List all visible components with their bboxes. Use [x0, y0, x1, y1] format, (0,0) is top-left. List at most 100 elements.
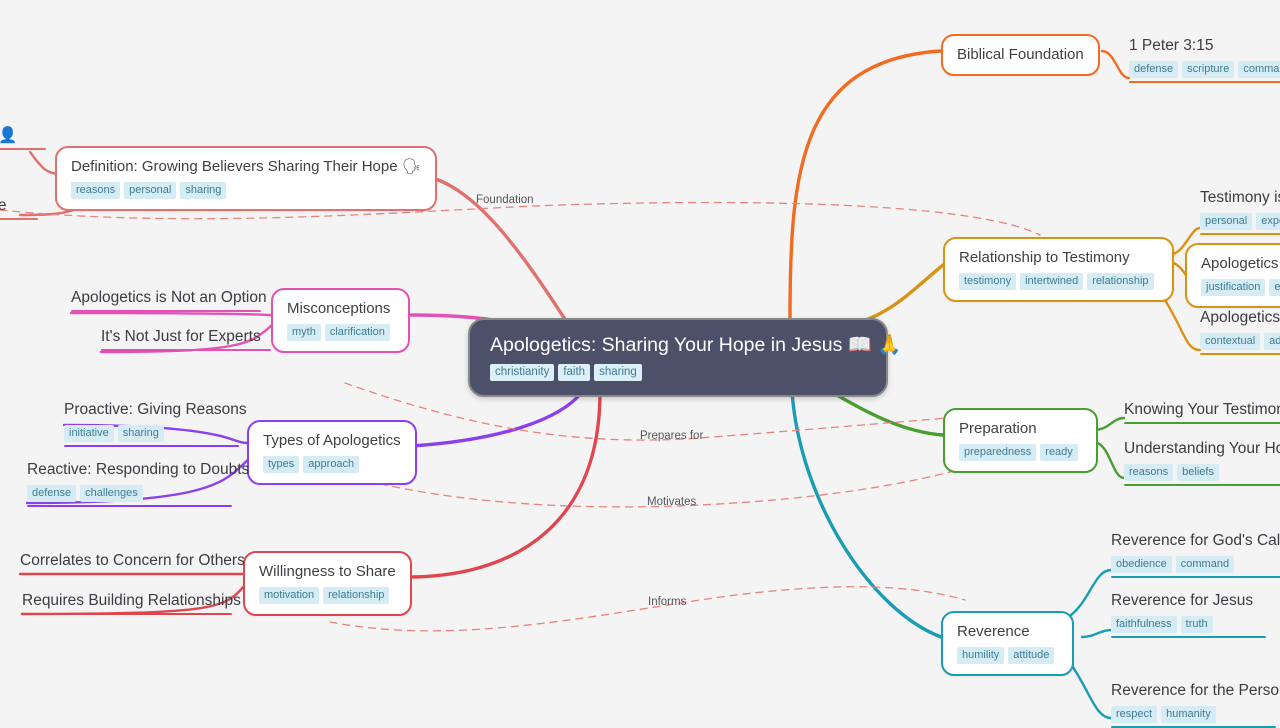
node-preparation-title: Preparation	[959, 420, 1037, 437]
node-biblical-foundation[interactable]: Biblical Foundation	[941, 34, 1100, 76]
node-1-peter-3-15[interactable]: 1 Peter 3:15 defensescripturecommand	[1129, 36, 1280, 84]
node-believe-truncated[interactable]: ieve	[0, 196, 38, 221]
node-definition-tags: reasons personal sharing	[71, 180, 421, 199]
tag: beliefs	[1177, 464, 1219, 481]
node-willingness-to-share-title: Willingness to Share	[259, 563, 396, 580]
node-willingness-to-share-tags: motivation relationship	[259, 585, 396, 604]
tag: reasons	[71, 182, 121, 199]
leaf-underline	[101, 349, 271, 352]
leaf-underline	[1124, 422, 1280, 425]
tag: attitude	[1008, 647, 1055, 664]
central-node[interactable]: Apologetics: Sharing Your Hope in Jesus …	[468, 318, 902, 397]
connector-rev_leaf3	[1066, 658, 1113, 720]
tag: preparedness	[959, 444, 1037, 461]
tag: intertwined	[1020, 273, 1084, 290]
node-proactive-giving-reasons[interactable]: Proactive: Giving Reasons initiative shari…	[64, 400, 247, 448]
node-requires-building-relationships-title: Requires Building Relationships	[22, 592, 241, 609]
leaf-underline	[1111, 576, 1280, 579]
node-testimony-is-truncated-tags: personalexper	[1200, 211, 1280, 230]
node-understanding-your-hope-tags: reasons beliefs	[1124, 462, 1280, 481]
tag: scripture	[1182, 61, 1235, 78]
tag: clarification	[324, 324, 390, 341]
leaf-underline	[64, 445, 239, 448]
node-1-peter-3-15-tags: defensescripturecommand	[1129, 59, 1280, 78]
leaf-underline	[71, 310, 261, 313]
node-person-truncated[interactable]: y 👤	[0, 126, 46, 151]
cross-link-label: Prepares for	[640, 430, 704, 442]
connector-misc_leaf1	[69, 311, 273, 317]
node-apologetics-p-truncated[interactable]: Apologetics P justificationex	[1185, 243, 1280, 308]
node-types-of-apologetics[interactable]: Types of Apologetics types approach	[247, 420, 417, 485]
node-reverence-for-jesus[interactable]: Reverence for Jesus faithfulness truth	[1111, 591, 1266, 639]
node-reactive-responding-to-doubts-title: Reactive: Responding to Doubts	[27, 461, 250, 478]
node-reactive-responding-to-doubts[interactable]: Reactive: Responding to Doubts defense cha…	[27, 460, 250, 508]
node-testimony-is-truncated[interactable]: Testimony is personalexper	[1200, 188, 1280, 236]
node-definition-title: Definition: Growing Believers Sharing Th…	[71, 158, 421, 175]
tag: defense	[1129, 61, 1179, 78]
node-testimony-is-truncated-title: Testimony is	[1200, 189, 1280, 206]
node-definition[interactable]: Definition: Growing Believers Sharing Th…	[55, 146, 437, 211]
node-relationship-to-testimony-tags: testimony intertwined relationship	[959, 271, 1158, 290]
node-correlates-to-concern-for-others-title: Correlates to Concern for Others	[20, 552, 245, 569]
node-reverence-for-the-person[interactable]: Reverence for the Person respect humanity	[1111, 681, 1280, 728]
node-willingness-to-share[interactable]: Willingness to Share motivation relationsh…	[243, 551, 412, 616]
node-knowing-your-testimony[interactable]: Knowing Your Testimony	[1124, 400, 1280, 425]
node-apologetics-c-truncated[interactable]: Apologetics C contextualada	[1200, 308, 1280, 356]
node-reverence[interactable]: Reverence humility attitude	[941, 611, 1075, 676]
node-apologetics-is-not-an-option[interactable]: Apologetics is Not an Option	[71, 288, 267, 313]
node-reactive-responding-to-doubts-tags: defense challenges	[27, 483, 249, 502]
tag: contextual	[1200, 333, 1261, 350]
central-node-tags: christianity faith sharing	[490, 362, 866, 381]
cross-link-label: Informs	[648, 596, 687, 608]
connector-willingness	[411, 390, 602, 579]
node-proactive-giving-reasons-tags: initiative sharing	[64, 423, 247, 442]
node-its-not-just-for-experts[interactable]: It's Not Just for Experts	[101, 327, 271, 352]
mindmap-canvas: Definition: Growing Believers Sharing Th…	[0, 0, 1280, 728]
tag: challenges	[80, 485, 143, 502]
leaf-underline	[0, 218, 38, 221]
cross-link-informs	[329, 586, 966, 632]
node-proactive-giving-reasons-title: Proactive: Giving Reasons	[64, 401, 247, 418]
node-relationship-to-testimony[interactable]: Relationship to Testimony testimony intert…	[943, 237, 1174, 302]
leaf-underline	[27, 505, 232, 508]
node-biblical-foundation-title: Biblical Foundation	[957, 46, 1084, 63]
tag: myth	[287, 324, 321, 341]
node-reverence-for-gods-calling[interactable]: Reverence for God's Calling obediencecomm…	[1111, 531, 1280, 579]
node-correlates-to-concern-for-others[interactable]: Correlates to Concern for Others	[20, 551, 245, 576]
leaf-underline	[1111, 636, 1266, 639]
tag: relationship	[1087, 273, 1154, 290]
tag: testimony	[959, 273, 1017, 290]
node-requires-building-relationships[interactable]: Requires Building Relationships	[22, 591, 241, 616]
tag: exper	[1256, 213, 1280, 230]
tag: initiative	[64, 425, 114, 442]
leaf-underline	[1129, 81, 1280, 84]
cross-link-label: Foundation	[476, 194, 534, 206]
tag: respect	[1111, 706, 1158, 723]
leaf-underline	[1200, 353, 1280, 356]
node-misconceptions[interactable]: Misconceptions myth clarification	[271, 288, 410, 353]
tag: command	[1238, 61, 1280, 78]
central-node-title: Apologetics: Sharing Your Hope in Jesus …	[490, 334, 902, 356]
tag: types	[263, 456, 300, 473]
node-misconceptions-title: Misconceptions	[287, 300, 391, 317]
central-tag: christianity	[490, 364, 555, 381]
node-preparation[interactable]: Preparation preparedness ready	[943, 408, 1098, 473]
tag: faithfulness	[1111, 616, 1177, 633]
tag: ready	[1040, 444, 1078, 461]
node-understanding-your-hope[interactable]: Understanding Your Hope reasonsbeliefs	[1124, 439, 1280, 487]
node-reverence-for-jesus-tags: faithfulness truth	[1111, 614, 1266, 633]
tag: ex	[1269, 279, 1280, 296]
cross-link-label: Motivates	[647, 496, 697, 508]
leaf-underline	[22, 613, 232, 616]
node-reverence-for-gods-calling-title: Reverence for God's Calling	[1111, 532, 1280, 549]
tag: sharing	[180, 182, 227, 199]
node-types-of-apologetics-title: Types of Apologetics	[263, 432, 401, 449]
tag: approach	[303, 456, 360, 473]
tag: truth	[1180, 616, 1213, 633]
node-reverence-tags: humility attitude	[957, 645, 1058, 664]
central-tag: faith	[558, 364, 591, 381]
connector-reverence	[790, 390, 943, 639]
connector-types	[410, 390, 584, 448]
node-knowing-your-testimony-title: Knowing Your Testimony	[1124, 401, 1280, 418]
leaf-underline	[1124, 484, 1280, 487]
